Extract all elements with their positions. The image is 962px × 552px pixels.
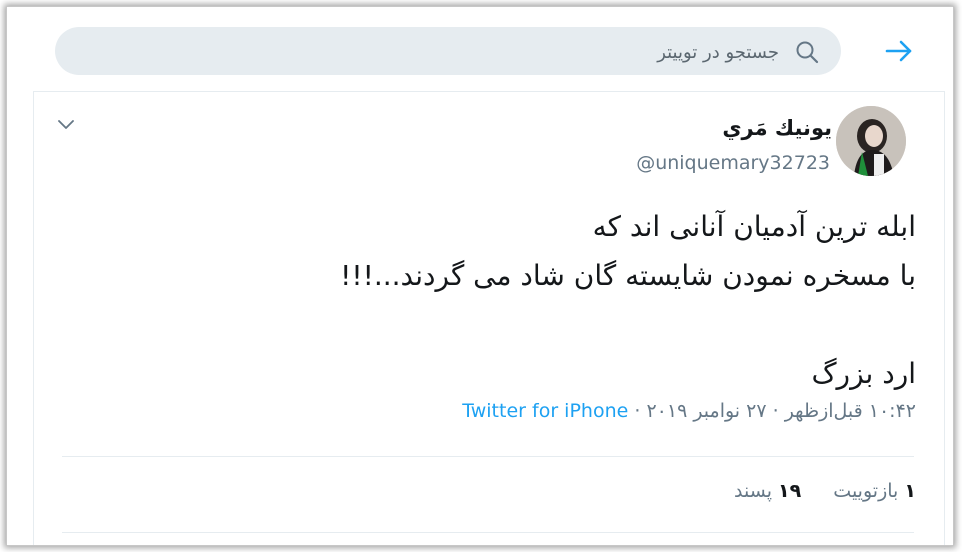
likes-count: ۱۹ (778, 480, 802, 502)
retweets-count: ۱ (904, 480, 916, 502)
tweet-detail: يونيك مَري @uniquemary32723 ابله ترین آد… (33, 91, 945, 545)
search-input[interactable] (177, 27, 781, 77)
top-bar (7, 7, 953, 91)
tweet-stats: ۱ بازتوییت ۱۹ پسند (708, 480, 916, 502)
user-handle[interactable]: @uniquemary32723 (636, 152, 830, 174)
likes-label: پسند (734, 480, 772, 502)
tweet-date[interactable]: ۲۷ نوامبر ۲۰۱۹ (646, 400, 766, 422)
divider (62, 532, 914, 533)
tweet-meta: ۱۰:۴۲ قبل‌ازظهر · ۲۷ نوامبر ۲۰۱۹ · Twitt… (462, 400, 916, 422)
retweets-stat[interactable]: ۱ بازتوییت (833, 480, 916, 502)
tweet-time[interactable]: ۱۰:۴۲ قبل‌ازظهر (785, 400, 916, 422)
meta-separator: · (634, 400, 641, 422)
divider (62, 456, 914, 457)
avatar[interactable] (836, 106, 906, 176)
retweets-label: بازتوییت (833, 480, 899, 502)
tweet-text: ابله ترین آدمیان آنانی اند که با مسخره ن… (156, 202, 916, 398)
tweet-line (156, 300, 916, 349)
search-icon[interactable] (795, 40, 819, 64)
arrow-right-icon[interactable] (883, 35, 915, 67)
tweet-line: با مسخره نمودن شایسته گان شاد می گردند..… (340, 259, 916, 292)
tweet-source-link[interactable]: Twitter for iPhone (462, 400, 628, 422)
meta-separator: · (772, 400, 779, 422)
likes-stat[interactable]: ۱۹ پسند (734, 480, 801, 502)
tweet-line: ابله ترین آدمیان آنانی اند که (592, 210, 916, 243)
search-box[interactable] (55, 27, 841, 77)
tweet-window: يونيك مَري @uniquemary32723 ابله ترین آد… (6, 6, 954, 546)
display-name[interactable]: يونيك مَري (722, 116, 832, 140)
chevron-down-icon[interactable] (56, 114, 76, 134)
tweet-line: ارد بزرگ (811, 357, 917, 390)
